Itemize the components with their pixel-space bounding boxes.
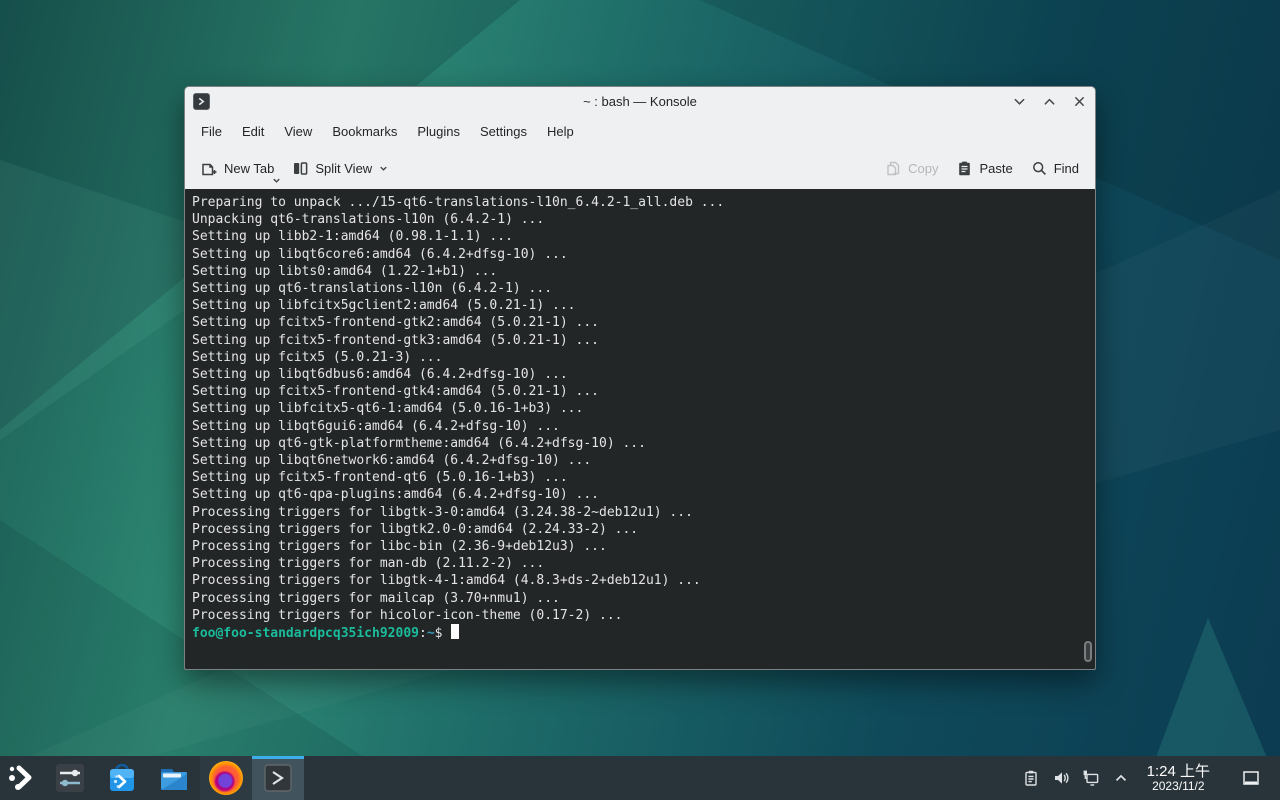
window-controls <box>1011 94 1087 110</box>
terminal-line: Setting up fcitx5 (5.0.21-3) ... <box>192 349 1085 366</box>
terminal-line: Processing triggers for mailcap (3.70+nm… <box>192 590 1085 607</box>
tray-expander-chevron-up-icon[interactable] <box>1111 768 1131 788</box>
find-button[interactable]: Find <box>1025 154 1085 183</box>
digital-clock[interactable]: 1:24 上午 2023/11/2 <box>1141 764 1216 792</box>
terminal-line: Processing triggers for libgtk-4-1:amd64… <box>192 572 1085 589</box>
new-tab-label: New Tab <box>224 161 274 176</box>
menu-bar: FileEditViewBookmarksPluginsSettingsHelp <box>185 116 1095 147</box>
terminal-line: Preparing to unpack .../15-qt6-translati… <box>192 194 1085 211</box>
text-cursor <box>451 624 459 639</box>
clock-time: 1:24 上午 <box>1147 764 1210 780</box>
terminal-line: Setting up fcitx5-frontend-gtk3:amd64 (5… <box>192 332 1085 349</box>
copy-icon <box>885 160 902 177</box>
terminal-line: Setting up libqt6gui6:amd64 (6.4.2+dfsg-… <box>192 418 1085 435</box>
discover-icon <box>105 761 139 795</box>
terminal-line: Setting up qt6-qpa-plugins:amd64 (6.4.2+… <box>192 486 1085 503</box>
new-tab-button[interactable]: New Tab <box>195 154 280 183</box>
clipboard-icon[interactable] <box>1021 768 1041 788</box>
copy-button[interactable]: Copy <box>879 154 944 183</box>
clock-date: 2023/11/2 <box>1147 780 1210 793</box>
terminal-line: Setting up libqt6core6:amd64 (6.4.2+dfsg… <box>192 246 1085 263</box>
terminal-line: Processing triggers for hicolor-icon-the… <box>192 607 1085 624</box>
terminal-line: Unpacking qt6-translations-l10n (6.4.2-1… <box>192 211 1085 228</box>
task-konsole[interactable] <box>252 756 304 800</box>
prompt-dollar: $ <box>435 626 443 641</box>
dolphin-icon <box>157 761 191 795</box>
application-launcher-button[interactable] <box>0 756 44 800</box>
shell-prompt: foo@foo-standardpcq35ich92009:~$ <box>192 624 1085 642</box>
show-desktop-icon <box>1242 770 1260 786</box>
system-tray: 1:24 上午 2023/11/2 <box>1021 756 1280 800</box>
titlebar[interactable]: ~ : bash — Konsole <box>185 87 1095 116</box>
minimize-button[interactable] <box>1011 94 1027 110</box>
terminal-output: Preparing to unpack .../15-qt6-translati… <box>192 194 1085 624</box>
find-label: Find <box>1054 161 1079 176</box>
terminal-line: Setting up libfcitx5-qt6-1:amd64 (5.0.16… <box>192 400 1085 417</box>
copy-label: Copy <box>908 161 938 176</box>
terminal-line: Setting up fcitx5-frontend-qt6 (5.0.16-1… <box>192 469 1085 486</box>
terminal-line: Processing triggers for libgtk-3-0:amd64… <box>192 504 1085 521</box>
menu-item[interactable]: View <box>274 119 322 144</box>
show-desktop-button[interactable] <box>1234 770 1268 786</box>
toolbar: New Tab Split View Copy <box>185 147 1095 189</box>
paste-button[interactable]: Paste <box>950 154 1018 183</box>
terminal-line: Setting up libts0:amd64 (1.22-1+b1) ... <box>192 263 1085 280</box>
new-tab-icon <box>201 160 218 177</box>
prompt-colon: : <box>419 626 427 641</box>
terminal-line: Processing triggers for man-db (2.11.2-2… <box>192 555 1085 572</box>
close-button[interactable] <box>1071 94 1087 110</box>
split-view-button[interactable]: Split View <box>286 154 395 183</box>
terminal-line: Setting up fcitx5-frontend-gtk2:amd64 (5… <box>192 314 1085 331</box>
menu-item[interactable]: Plugins <box>407 119 470 144</box>
task-firefox[interactable] <box>200 756 252 800</box>
terminal-line: Setting up fcitx5-frontend-gtk4:amd64 (5… <box>192 383 1085 400</box>
window-title: ~ : bash — Konsole <box>185 94 1095 109</box>
taskbar-panel: 1:24 上午 2023/11/2 <box>0 756 1280 800</box>
split-view-icon <box>292 160 309 177</box>
prompt-path: ~ <box>427 626 435 641</box>
terminal-scrollbar-thumb[interactable] <box>1084 641 1092 662</box>
terminal-line: Setting up libfcitx5gclient2:amd64 (5.0.… <box>192 297 1085 314</box>
paste-label: Paste <box>979 161 1012 176</box>
split-view-caret-icon <box>378 163 389 174</box>
find-icon <box>1031 160 1048 177</box>
task-system-settings[interactable] <box>44 756 96 800</box>
new-tab-caret-icon <box>271 175 282 186</box>
terminal-line: Setting up qt6-gtk-platformtheme:amd64 (… <box>192 435 1085 452</box>
prompt-user-host: foo@foo-standardpcq35ich92009 <box>192 626 419 641</box>
menu-item[interactable]: File <box>191 119 232 144</box>
task-discover[interactable] <box>96 756 148 800</box>
terminal-line: Setting up libqt6dbus6:amd64 (6.4.2+dfsg… <box>192 366 1085 383</box>
menu-item[interactable]: Bookmarks <box>322 119 407 144</box>
terminal-line: Processing triggers for libgtk2.0-0:amd6… <box>192 521 1085 538</box>
terminal-line: Setting up qt6-translations-l10n (6.4.2-… <box>192 280 1085 297</box>
terminal-line: Setting up libb2-1:amd64 (0.98.1-1.1) ..… <box>192 228 1085 245</box>
terminal-line: Setting up libqt6network6:amd64 (6.4.2+d… <box>192 452 1085 469</box>
menu-item[interactable]: Edit <box>232 119 274 144</box>
maximize-button[interactable] <box>1041 94 1057 110</box>
konsole-window: ~ : bash — Konsole FileEditViewBookmarks… <box>184 86 1096 670</box>
volume-icon[interactable] <box>1051 768 1071 788</box>
network-icon[interactable] <box>1081 768 1101 788</box>
application-launcher-icon <box>5 761 39 795</box>
split-view-label: Split View <box>315 161 372 176</box>
terminal-line: Processing triggers for libc-bin (2.36-9… <box>192 538 1085 555</box>
konsole-task-icon <box>261 761 295 795</box>
firefox-icon <box>209 761 243 795</box>
terminal-view[interactable]: Preparing to unpack .../15-qt6-translati… <box>185 189 1095 669</box>
menu-item[interactable]: Settings <box>470 119 537 144</box>
menu-item[interactable]: Help <box>537 119 584 144</box>
task-dolphin[interactable] <box>148 756 200 800</box>
system-settings-icon <box>53 761 87 795</box>
paste-icon <box>956 160 973 177</box>
